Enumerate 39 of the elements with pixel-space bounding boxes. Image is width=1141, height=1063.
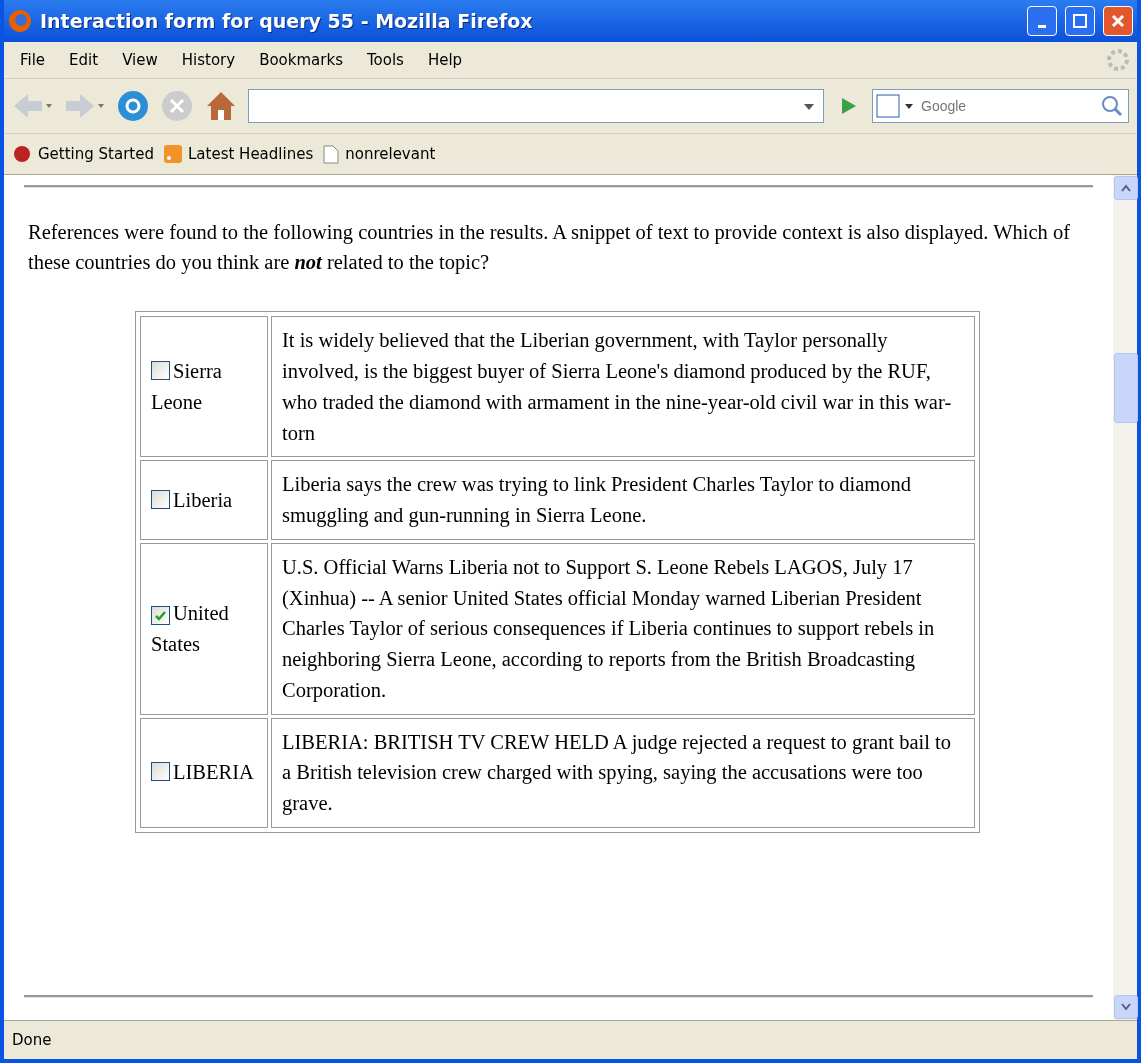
checkmark-icon — [154, 609, 167, 623]
maximize-button[interactable] — [1065, 6, 1095, 36]
intro-paragraph: References were found to the following countries in the results. A snippet of text to provide context is also displayed. Which of these countries do you think are not related to the topic? — [28, 220, 1072, 276]
chevron-up-icon — [1121, 184, 1131, 192]
minimize-icon — [1038, 24, 1046, 28]
bookmark-link[interactable]: nonrelevant — [345, 145, 436, 163]
country-checkbox[interactable]: Sierra Leone — [151, 356, 257, 418]
menu-item[interactable]: Tools — [356, 47, 414, 73]
page-icon — [323, 144, 340, 164]
country-checkbox[interactable]: Liberia — [151, 484, 257, 516]
snippet-cell: Liberia says the crew was trying to link President Charles Taylor to diamond smuggling and gun-running in Sierra Leone. — [271, 460, 975, 540]
snippet-cell: LIBERIA: BRITISH TV CREW HELD A judge rejected a request to grant bail to a British television crew charged with spying, saying the accusations were too grave. — [271, 717, 975, 828]
menu-item[interactable]: Bookmarks — [249, 47, 353, 73]
close-button[interactable] — [1103, 6, 1133, 36]
reload-icon[interactable] — [116, 89, 150, 123]
snippet-cell: U.S. Official Warns Liberia not to Support S. Leone Rebels LAGOS, July 17 (Xinhua) -- A senior United States official Monday warned Liberian President Charles Taylor of serious consequences if Liberia continues to support rebels in neighboring Sierra Leone, according to reports from the British Broadcasting Corporation. — [271, 542, 975, 715]
search-field[interactable]: Google — [872, 89, 1129, 123]
scrollbar-thumb[interactable] — [1114, 352, 1138, 423]
snippet-cell: It is widely believed that the Liberian government, with Taylor personally involved, is the biggest buyer of Sierra Leone's diamond produced by the RUF, who traded the diamond with armament in the nine-year-old civil war in this war-torn — [271, 316, 975, 458]
address-field[interactable] — [248, 89, 824, 123]
close-icon — [1111, 14, 1125, 28]
status-text: Done — [12, 1031, 52, 1049]
country-checkbox[interactable]: United States — [151, 598, 257, 660]
menu-item[interactable]: History — [171, 47, 246, 73]
bookmark-link[interactable]: Latest Headlines — [188, 145, 314, 163]
menu-item[interactable]: File — [10, 47, 56, 73]
window-title: Interaction form for query 55 - Mozilla Firefox — [40, 10, 534, 32]
country-checkbox[interactable]: LIBERIA — [151, 757, 257, 789]
throbber-icon — [1105, 47, 1131, 73]
maximize-icon — [1073, 14, 1087, 28]
menu-item[interactable]: Help — [417, 47, 473, 73]
menu-item[interactable]: Edit — [59, 47, 109, 73]
scroll-up-button[interactable] — [1114, 176, 1138, 200]
menu-item[interactable]: View — [112, 47, 168, 73]
scroll-down-button[interactable] — [1114, 995, 1138, 1019]
bookmark-link[interactable]: Getting Started — [38, 145, 154, 163]
chevron-down-icon — [1121, 1003, 1131, 1011]
minimize-button[interactable] — [1027, 6, 1057, 36]
feed-icon — [164, 145, 182, 163]
